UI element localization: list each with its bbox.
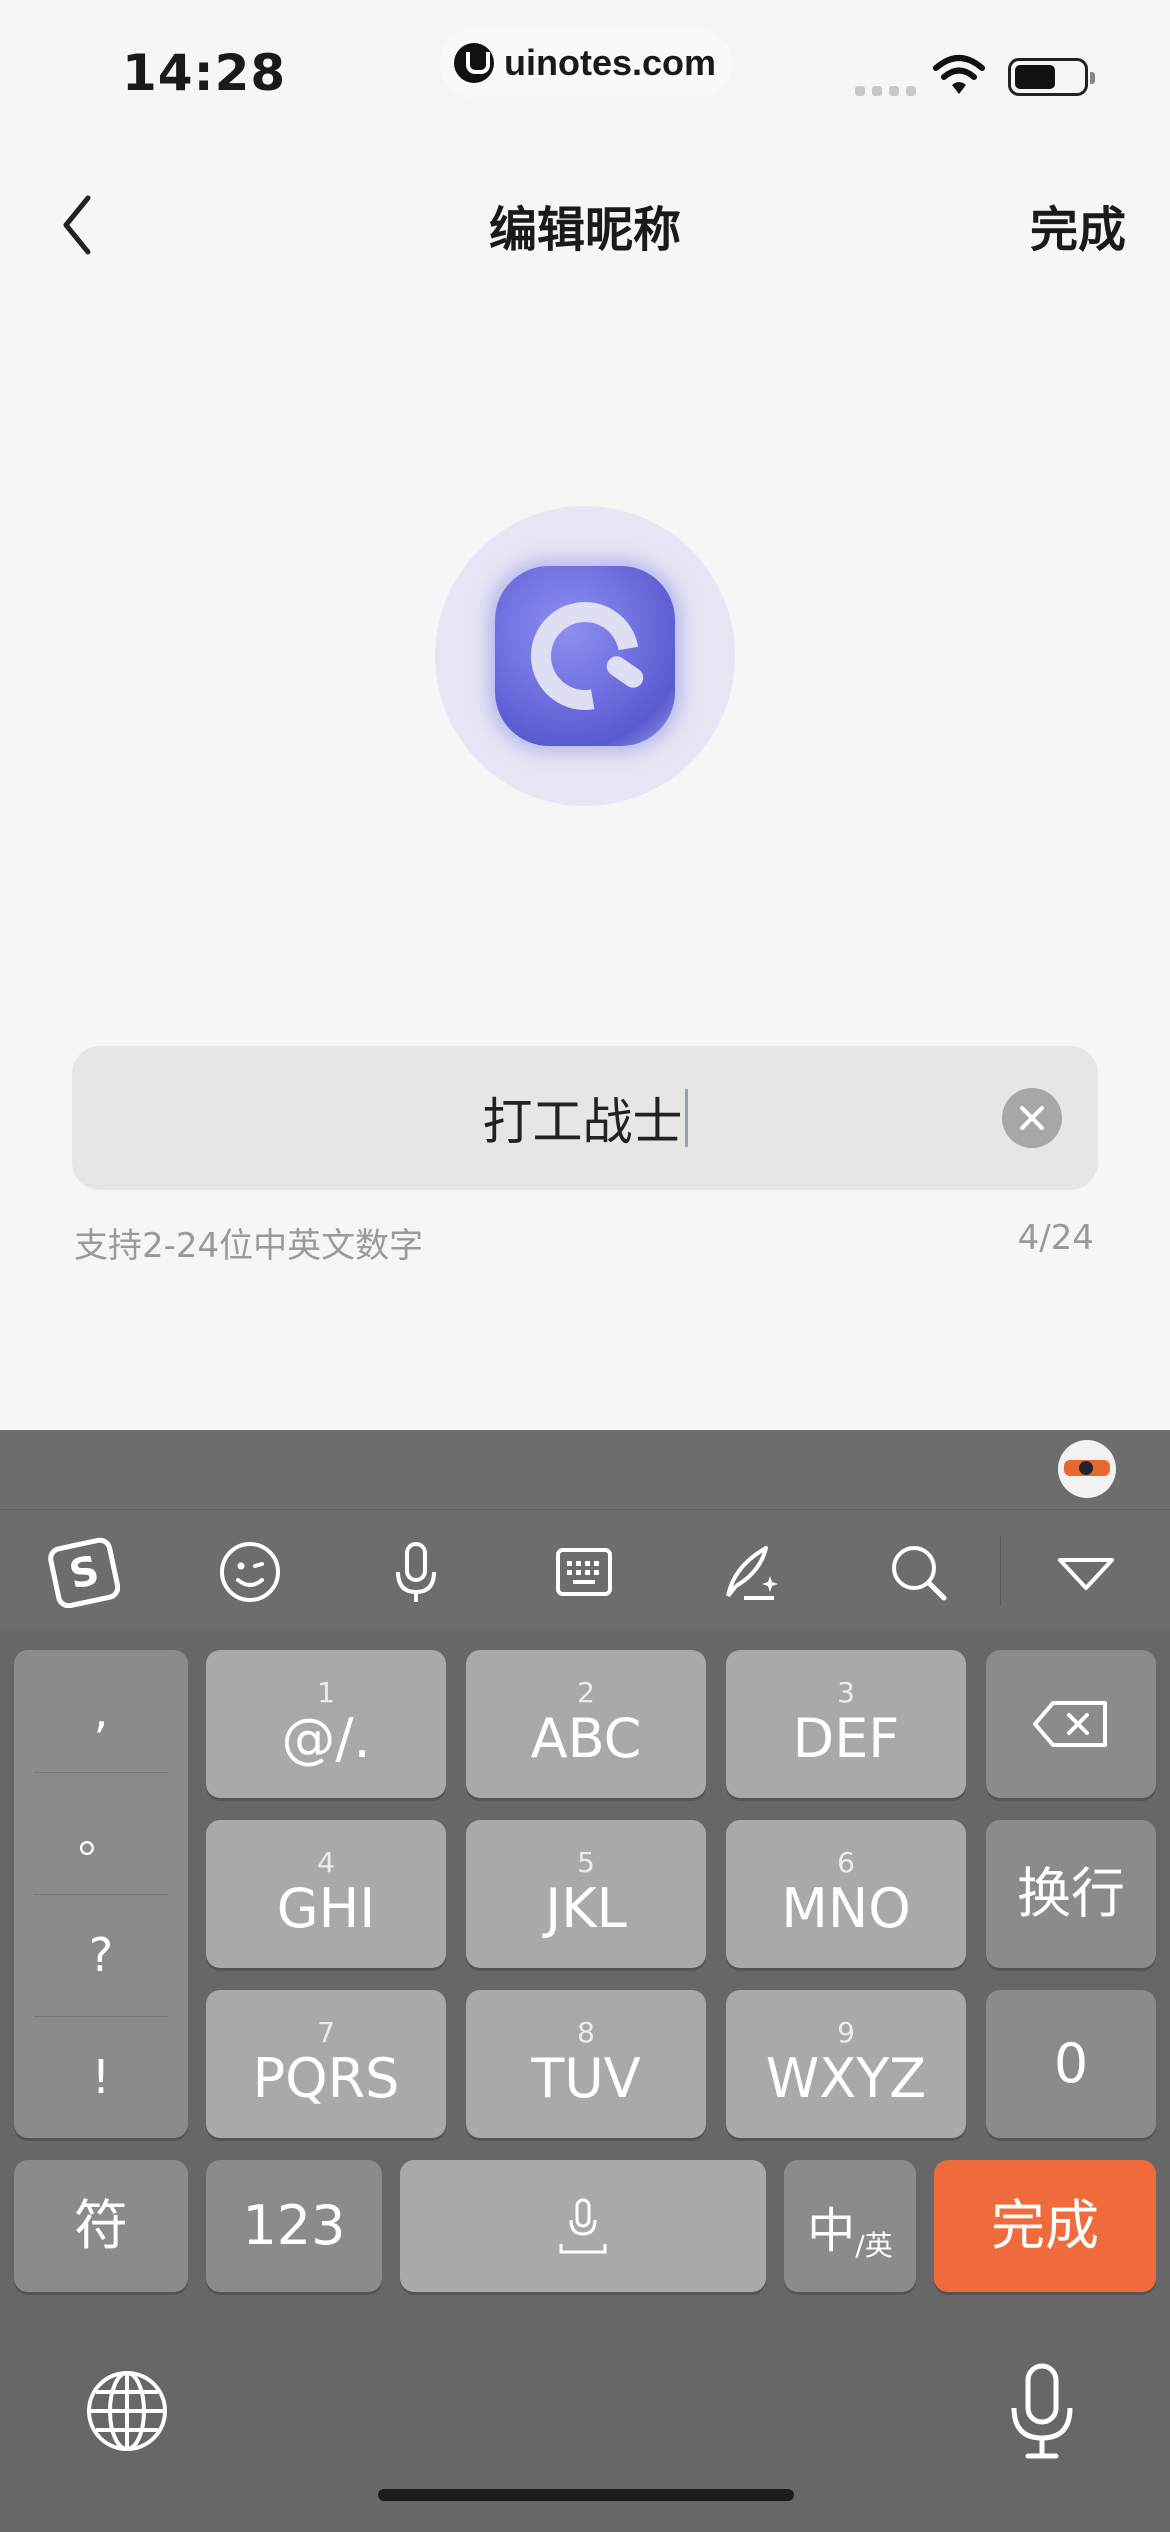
nickname-value: 打工战士 [482,1093,683,1151]
globe-icon[interactable] [84,2368,170,2454]
punctuation-key[interactable]: ! [14,2016,188,2138]
voice-input-icon[interactable] [376,1532,456,1612]
key-0[interactable]: 0 [986,1990,1156,2138]
search-icon[interactable] [878,1532,958,1612]
punctuation-key[interactable]: 。 [14,1772,188,1894]
wifi-icon [933,55,985,94]
character-count: 4/24 [1017,1218,1094,1258]
status-bar: 14:28 uinotes.com [0,0,1170,140]
keyboard: S , 。 ? ! 1 @/. 2 ABC 3 DEF 4 GHI 5 JKL … [0,1430,1170,2532]
backspace-button[interactable] [986,1650,1156,1798]
key-4[interactable]: 4 GHI [206,1820,446,1968]
clear-icon[interactable] [1002,1088,1062,1148]
dictation-mic-icon[interactable] [1004,2362,1080,2462]
newline-key[interactable]: 换行 [986,1820,1156,1968]
keyboard-layout-icon[interactable] [544,1532,624,1612]
punctuation-column[interactable]: , 。 ? ! [14,1650,188,2138]
key-9[interactable]: 9 WXYZ [726,1990,966,2138]
url-pill: uinotes.com [440,28,732,98]
space-key[interactable] [400,2160,766,2292]
key-6[interactable]: 6 MNO [726,1820,966,1968]
home-indicator [378,2489,794,2501]
space-mic-icon [559,2198,607,2254]
key-2[interactable]: 2 ABC [466,1650,706,1798]
url-text: uinotes.com [504,42,717,83]
key-3[interactable]: 3 DEF [726,1650,966,1798]
numbers-key[interactable]: 123 [206,2160,382,2292]
key-8[interactable]: 8 TUV [466,1990,706,2138]
handwriting-icon[interactable] [710,1532,790,1612]
toolbar-divider [1000,1536,1001,1606]
backspace-icon [1033,1701,1107,1747]
keyboard-top-strip [0,1430,1170,1510]
punctuation-key[interactable]: , [14,1650,188,1772]
language-switch-key[interactable]: 中 /英 [784,2160,916,2292]
battery-icon [1008,58,1095,96]
cellular-signal-icon [855,86,916,96]
key-7[interactable]: 7 PQRS [206,1990,446,2138]
site-logo-icon [454,43,494,83]
punctuation-key[interactable]: ? [14,1894,188,2016]
page-title: 编辑昵称 [488,202,681,258]
symbol-key[interactable]: 符 [14,2160,188,2292]
text-caret [684,1089,688,1147]
nickname-input[interactable]: 打工战士 [72,1046,1098,1190]
keyboard-done-button[interactable]: 完成 [934,2160,1156,2292]
avatar-logo-icon [495,566,675,746]
status-time: 14:28 [122,44,287,102]
keyboard-toolbar: S [0,1510,1170,1630]
emoji-icon[interactable] [210,1532,290,1612]
done-button[interactable]: 完成 [1030,190,1126,260]
key-1[interactable]: 1 @/. [206,1650,446,1798]
key-area: , 。 ? ! 1 @/. 2 ABC 3 DEF 4 GHI 5 JKL 6 … [0,1630,1170,2532]
svg-text:S: S [65,1547,103,1598]
nickname-hint: 支持2-24位中英文数字 [74,1226,424,1266]
sogou-logo-icon[interactable]: S [44,1532,124,1612]
avatar[interactable] [435,506,735,806]
key-5[interactable]: 5 JKL [466,1820,706,1968]
mascot-icon[interactable] [1058,1440,1116,1498]
collapse-keyboard-icon[interactable] [1046,1532,1126,1612]
